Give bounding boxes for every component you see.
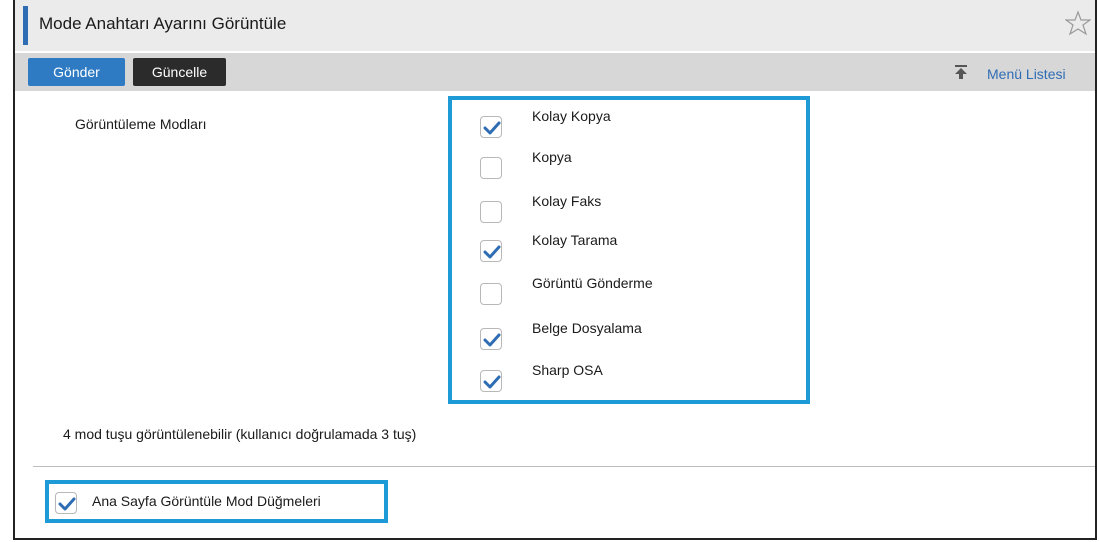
submit-button[interactable]: Gönder (28, 58, 125, 86)
display-modes-label: Görüntüleme Modları (75, 116, 207, 132)
settings-panel: Mode Anahtarı Ayarını Görüntüle Gönder G… (13, 0, 1097, 540)
checkmark-icon (58, 497, 76, 511)
mode-option-label: Sharp OSA (532, 362, 603, 378)
mode-checkbox[interactable] (480, 157, 502, 179)
mode-option-label: Kolay Kopya (532, 108, 611, 124)
home-mode-buttons-group[interactable]: Ana Sayfa Görüntüle Mod Düğmeleri (45, 480, 388, 523)
page-title: Mode Anahtarı Ayarını Görüntüle (39, 14, 287, 33)
display-modes-group: Kolay Kopya Kopya Kolay Faks Kolay Taram… (448, 96, 810, 404)
mode-checkbox[interactable] (480, 328, 502, 350)
mode-checkbox[interactable] (480, 116, 502, 138)
checkmark-icon (483, 333, 501, 347)
title-bar: Mode Anahtarı Ayarını Görüntüle (15, 0, 1095, 51)
checkmark-icon (483, 375, 501, 389)
mode-option-label: Kolay Faks (532, 193, 602, 209)
mode-checkbox[interactable] (480, 201, 502, 223)
mode-checkbox[interactable] (480, 370, 502, 392)
update-button[interactable]: Güncelle (133, 58, 226, 86)
mode-option-label: Görüntü Gönderme (532, 275, 653, 291)
scroll-top-icon[interactable] (954, 65, 968, 79)
mode-checkbox[interactable] (480, 283, 502, 305)
home-mode-buttons-label: Ana Sayfa Görüntüle Mod Düğmeleri (92, 493, 321, 509)
checkmark-icon (483, 121, 501, 135)
mode-checkbox[interactable] (480, 240, 502, 262)
home-mode-buttons-checkbox[interactable] (55, 492, 77, 514)
mode-option-label: Kolay Tarama (532, 232, 618, 248)
toolbar: Gönder Güncelle Menü Listesi (15, 53, 1095, 91)
checkmark-icon (483, 245, 501, 259)
favorite-star-icon[interactable] (1065, 9, 1091, 39)
mode-option-label: Belge Dosyalama (532, 320, 642, 336)
menu-list-link[interactable]: Menü Listesi (987, 66, 1066, 82)
mode-count-info: 4 mod tuşu görüntülenebilir (kullanıcı d… (63, 426, 417, 442)
section-divider (33, 466, 1095, 467)
mode-option-label: Kopya (532, 149, 572, 165)
title-accent-bar (23, 6, 28, 45)
